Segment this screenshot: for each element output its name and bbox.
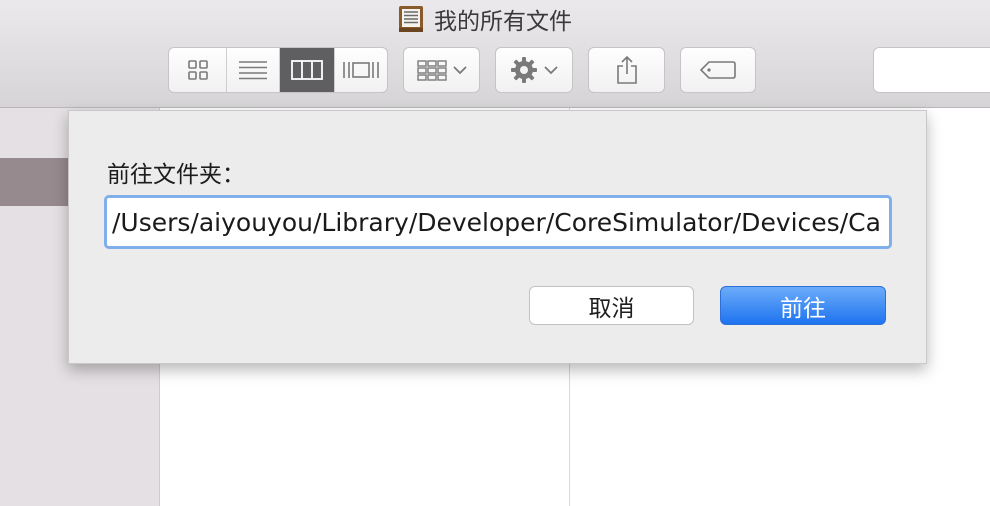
share-icon [616,55,637,84]
icon-view-button[interactable] [169,48,227,92]
go-button[interactable]: 前往 [720,286,886,325]
window-title-text: 我的所有文件 [434,9,572,35]
arrange-button[interactable] [403,47,480,93]
tag-icon [700,61,736,79]
window-title: 我的所有文件 [396,4,572,35]
list-view-button[interactable] [227,48,280,92]
icon-view-icon [187,60,208,80]
action-button[interactable] [495,47,573,93]
path-input[interactable] [107,198,889,246]
cancel-button[interactable]: 取消 [529,286,694,325]
search-field[interactable] [873,47,990,93]
column-view-button[interactable] [280,48,335,92]
list-view-icon [239,61,267,80]
cover-flow-icon [343,62,379,78]
gear-icon [511,57,537,83]
chevron-down-icon [452,66,467,75]
path-field-focus-ring [104,195,892,249]
finder-toolbar: 我的所有文件 [0,0,990,108]
view-mode-control [168,47,388,93]
chevron-down-icon [544,66,558,75]
cover-flow-button[interactable] [335,48,387,92]
arrange-grid-icon [416,60,447,81]
share-button[interactable] [588,47,665,93]
column-view-icon [291,60,323,80]
cabinet-drawer-icon [399,6,423,32]
dialog-label: 前往文件夹： [107,162,245,188]
tag-button[interactable] [680,47,756,93]
go-to-folder-dialog: 前往文件夹： 取消 前往 [68,110,927,364]
